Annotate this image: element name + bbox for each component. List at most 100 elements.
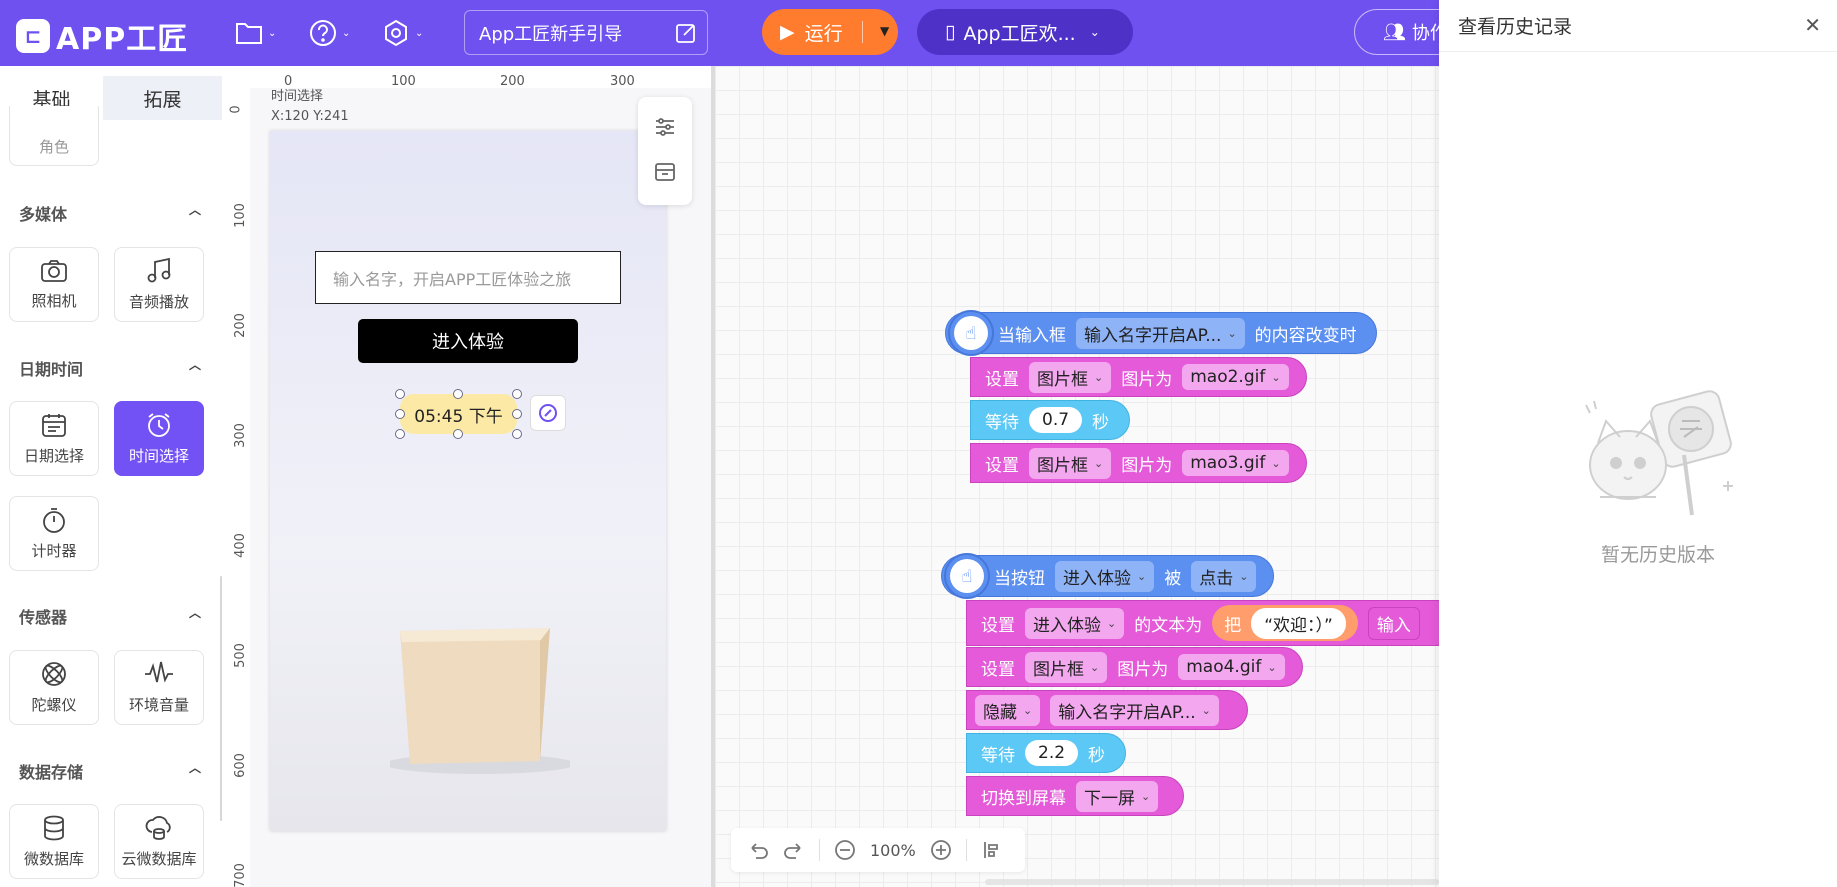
screen-selector[interactable]: ▯ App工匠欢... ⌄ bbox=[917, 9, 1133, 55]
adjust-icon[interactable] bbox=[653, 115, 677, 143]
resize-handle[interactable] bbox=[453, 389, 463, 399]
palette-item-cloud-db[interactable]: 云微数据库 bbox=[114, 804, 204, 879]
preview-name-input[interactable]: 输入名字，开启APP工匠体验之旅 bbox=[315, 251, 621, 304]
gyroscope-icon bbox=[42, 662, 66, 686]
file-menu[interactable]: ⌄ bbox=[234, 17, 276, 49]
dropdown-value: 图片框 bbox=[1033, 659, 1084, 680]
block-text: 等待 bbox=[985, 412, 1019, 433]
set-block[interactable]: 设置 图片框 ⌄ 图片为 mao2.gif ⌄ bbox=[970, 357, 1307, 397]
block-text: 当按钮 bbox=[994, 568, 1045, 589]
button-label: 进入体验 bbox=[432, 332, 504, 353]
block-text: 图片为 bbox=[1117, 659, 1169, 680]
event-block-input-change[interactable]: ☝ 当输入框 输入名字开启AP... ⌄ 的内容改变时 bbox=[945, 310, 1377, 356]
palette-item-date-picker[interactable]: 日期选择 bbox=[9, 401, 99, 476]
run-dropdown-icon[interactable]: ▼ bbox=[872, 21, 897, 41]
workspace-scrollbar[interactable] bbox=[985, 879, 1439, 885]
event-dropdown[interactable]: 点击 ⌄ bbox=[1191, 560, 1257, 592]
number-input[interactable]: 0.7 bbox=[1029, 407, 1083, 433]
component-dropdown[interactable]: 图片框 ⌄ bbox=[1029, 361, 1112, 393]
section-header-datetime[interactable]: 日期时间 ︿ bbox=[19, 356, 201, 380]
preview-enter-button[interactable]: 进入体验 bbox=[358, 319, 578, 363]
palette-item-camera[interactable]: 照相机 bbox=[9, 247, 99, 322]
component-dropdown[interactable]: 输入名字开启AP... ⌄ bbox=[1076, 317, 1245, 349]
project-name-field[interactable]: App工匠新手引导 bbox=[464, 10, 708, 55]
component-dropdown[interactable]: 图片框 ⌄ bbox=[1029, 447, 1112, 479]
dropdown-value: mao2.gif bbox=[1190, 367, 1266, 387]
brand-logo[interactable]: ⊏ APP工匠 bbox=[16, 14, 188, 58]
palette-item-gyroscope[interactable]: 陀螺仪 bbox=[9, 650, 99, 725]
design-tools-panel bbox=[638, 97, 692, 205]
component-edit-button[interactable] bbox=[530, 395, 566, 431]
palette-scrollbar[interactable] bbox=[220, 576, 222, 821]
zoom-in-icon[interactable] bbox=[930, 839, 952, 861]
text-input[interactable]: “欢迎：）” bbox=[1251, 607, 1346, 639]
wait-block[interactable]: 等待 0.7 秒 bbox=[970, 400, 1130, 440]
palette-item-ambient-volume[interactable]: 环境音量 bbox=[114, 650, 204, 725]
selection-info: 时间选择 X:120 Y:241 bbox=[271, 87, 349, 127]
section-header-sensors[interactable]: 传感器 ︿ bbox=[19, 604, 201, 628]
resize-handle[interactable] bbox=[453, 429, 463, 439]
help-menu[interactable]: ⌄ bbox=[308, 17, 350, 49]
chevron-down-icon: ⌄ bbox=[1267, 660, 1277, 674]
selected-component-name: 时间选择 bbox=[271, 89, 324, 104]
ruler-tick: 200 bbox=[500, 74, 525, 89]
resize-handle[interactable] bbox=[512, 389, 522, 399]
run-button[interactable]: ▶ 运行 ▼ bbox=[762, 9, 898, 55]
section-header-storage[interactable]: 数据存储 ︿ bbox=[19, 759, 201, 783]
phone-icon: ▯ bbox=[945, 21, 956, 43]
switch-screen-block[interactable]: 切换到屏幕 下一屏 ⌄ bbox=[966, 776, 1184, 816]
dropdown-value: mao3.gif bbox=[1190, 453, 1266, 473]
chevron-down-icon: ⌄ bbox=[1141, 789, 1151, 803]
palette-item-tinydb[interactable]: 微数据库 bbox=[9, 804, 99, 879]
value-dropdown[interactable]: mao2.gif ⌄ bbox=[1182, 364, 1289, 390]
component-dropdown[interactable]: 图片框 ⌄ bbox=[1025, 651, 1108, 683]
cloud-database-icon bbox=[145, 816, 171, 840]
archive-icon[interactable] bbox=[653, 160, 677, 188]
database-icon bbox=[44, 815, 64, 841]
join-block[interactable]: 把 “欢迎：）” bbox=[1212, 605, 1358, 641]
undo-icon[interactable] bbox=[747, 839, 769, 861]
tab-extension[interactable]: 拓展 bbox=[103, 76, 222, 120]
redo-icon[interactable] bbox=[783, 839, 805, 861]
value-dropdown[interactable]: mao4.gif ⌄ bbox=[1178, 654, 1285, 680]
hand-pointer-icon: ☝ bbox=[965, 322, 977, 344]
value-dropdown[interactable]: mao3.gif ⌄ bbox=[1182, 450, 1289, 476]
empty-state-illustration bbox=[1585, 390, 1733, 516]
component-dropdown[interactable]: 进入体验 ⌄ bbox=[1055, 560, 1155, 592]
chevron-down-icon: ⌄ bbox=[1271, 456, 1281, 470]
run-separator bbox=[862, 21, 863, 43]
hide-block[interactable]: 隐藏 ⌄ 输入名字开启AP... ⌄ bbox=[966, 690, 1248, 730]
event-block-button-click[interactable]: ☝ 当按钮 进入体验 ⌄ 被 点击 ⌄ bbox=[941, 553, 1274, 599]
resize-handle[interactable] bbox=[512, 409, 522, 419]
set-text-block[interactable]: 设置 进入体验 ⌄ 的文本为 把 “欢迎：）” 输入 bbox=[966, 600, 1439, 646]
screen-dropdown[interactable]: 下一屏 ⌄ bbox=[1076, 780, 1159, 812]
input-placeholder: 输入名字，开启APP工匠体验之旅 bbox=[333, 269, 572, 289]
palette-item-role[interactable]: 角色 bbox=[9, 106, 99, 166]
wait-block[interactable]: 等待 2.2 秒 bbox=[966, 733, 1126, 773]
block-text: 被 bbox=[1164, 568, 1182, 589]
resize-handle[interactable] bbox=[395, 429, 405, 439]
edit-icon[interactable] bbox=[675, 22, 697, 44]
nested-block[interactable]: 输入 bbox=[1367, 606, 1420, 640]
preview-time-picker[interactable]: 05:45 下午 bbox=[400, 394, 517, 434]
component-dropdown[interactable]: 输入名字开启AP... ⌄ bbox=[1050, 694, 1219, 726]
palette-item-audio[interactable]: 音频播放 bbox=[114, 247, 204, 322]
palette-item-time-picker[interactable]: 时间选择 bbox=[114, 401, 204, 476]
align-icon[interactable] bbox=[981, 839, 1003, 861]
component-dropdown[interactable]: 进入体验 ⌄ bbox=[1025, 607, 1125, 639]
ruler-tick: 0 bbox=[228, 105, 244, 114]
zoom-out-icon[interactable] bbox=[834, 839, 856, 861]
number-input[interactable]: 2.2 bbox=[1025, 740, 1079, 766]
palette-item-label: 陀螺仪 bbox=[31, 696, 77, 714]
set-block[interactable]: 设置 图片框 ⌄ 图片为 mao4.gif ⌄ bbox=[966, 647, 1303, 687]
resize-handle[interactable] bbox=[395, 409, 405, 419]
close-icon[interactable]: ✕ bbox=[1804, 13, 1821, 37]
resize-handle[interactable] bbox=[512, 429, 522, 439]
palette-item-timer[interactable]: 计时器 bbox=[9, 496, 99, 571]
settings-menu[interactable]: ⌄ bbox=[381, 17, 423, 49]
action-dropdown[interactable]: 隐藏 ⌄ bbox=[975, 694, 1041, 726]
app-window: { "header": { "brand": "APP工匠", "project… bbox=[0, 0, 1837, 887]
set-block[interactable]: 设置 图片框 ⌄ 图片为 mao3.gif ⌄ bbox=[970, 443, 1307, 483]
resize-handle[interactable] bbox=[395, 389, 405, 399]
section-header-multimedia[interactable]: 多媒体 ︿ bbox=[19, 201, 201, 225]
